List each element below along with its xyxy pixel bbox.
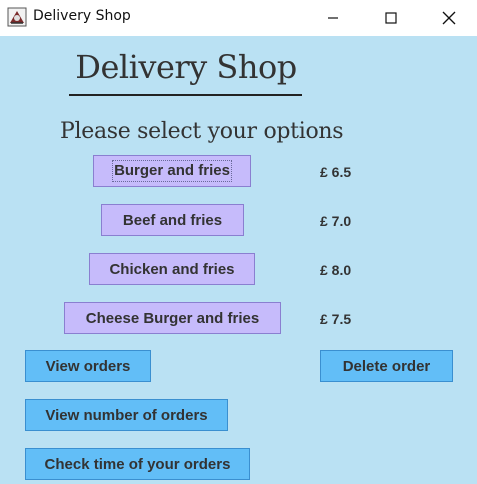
view-orders-button[interactable]: View orders: [25, 350, 151, 382]
java-app-icon: [7, 7, 27, 27]
menu-item-label: Cheese Burger and fries: [85, 309, 260, 327]
chicken-and-fries-button[interactable]: Chicken and fries: [89, 253, 255, 285]
cheese-burger-and-fries-price: £ 7.5: [320, 311, 352, 327]
options-prompt: Please select your options: [60, 119, 344, 144]
cheese-burger-and-fries-button[interactable]: Cheese Burger and fries: [64, 302, 281, 334]
minimize-icon: [328, 17, 338, 19]
beef-and-fries-button[interactable]: Beef and fries: [101, 204, 244, 236]
window-titlebar[interactable]: Delivery Shop: [0, 0, 477, 36]
view-number-of-orders-button[interactable]: View number of orders: [25, 399, 228, 431]
maximize-button[interactable]: [362, 0, 420, 36]
page-title: Delivery Shop: [75, 48, 297, 86]
menu-item-label: Chicken and fries: [109, 260, 235, 278]
chicken-and-fries-price: £ 8.0: [320, 262, 352, 278]
maximize-icon: [385, 12, 397, 24]
main-panel: Delivery Shop Please select your options…: [0, 36, 477, 484]
burger-and-fries-button[interactable]: Burger and fries: [93, 155, 251, 187]
menu-item-label: Beef and fries: [122, 211, 223, 229]
close-button[interactable]: [420, 0, 477, 36]
delete-order-button[interactable]: Delete order: [320, 350, 453, 382]
check-time-of-orders-button[interactable]: Check time of your orders: [25, 448, 250, 480]
window-title: Delivery Shop: [33, 8, 131, 24]
close-icon: [442, 11, 456, 25]
title-underline: [69, 94, 302, 96]
menu-item-label: Burger and fries: [112, 160, 232, 182]
beef-and-fries-price: £ 7.0: [320, 213, 352, 229]
minimize-button[interactable]: [304, 0, 362, 36]
burger-and-fries-price: £ 6.5: [320, 164, 352, 180]
